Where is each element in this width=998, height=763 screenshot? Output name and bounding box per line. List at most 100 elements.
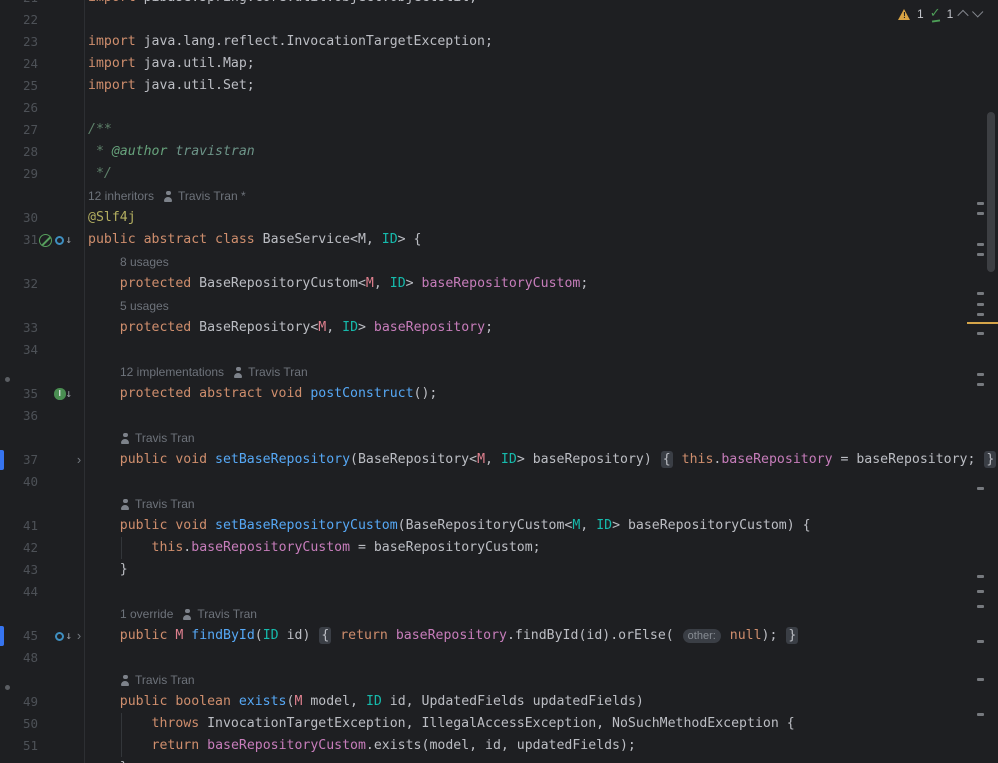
code-token — [88, 716, 152, 731]
code-line[interactable]: 40 — [0, 471, 998, 493]
warning-icon[interactable]: ! — [898, 8, 911, 20]
line-number[interactable]: 41 — [0, 515, 38, 537]
line-number[interactable]: 43 — [0, 559, 38, 581]
usages-hint[interactable]: 12 inheritors — [88, 185, 154, 207]
line-number[interactable]: 24 — [0, 53, 38, 75]
author-hint[interactable]: Travis Tran — [182, 603, 257, 625]
abstract-class-icon[interactable] — [39, 234, 52, 247]
line-number[interactable]: 40 — [0, 471, 38, 493]
line-number[interactable]: 36 — [0, 405, 38, 427]
code-line[interactable]: 45› public M findById(ID id) { return ba… — [0, 625, 998, 647]
code-line[interactable]: 31public abstract class BaseService<M, I… — [0, 229, 998, 251]
code-line[interactable]: 48 — [0, 647, 998, 669]
code-line[interactable]: 24import java.util.Map; — [0, 53, 998, 75]
code-token — [88, 540, 152, 555]
usages-hint[interactable]: 8 usages — [120, 251, 169, 273]
code-line[interactable]: 21import pibase.spring.core.util.object.… — [0, 0, 998, 9]
code-line[interactable]: 32 protected BaseRepositoryCustom<M, ID>… — [0, 273, 998, 295]
code-line[interactable]: 34 — [0, 339, 998, 361]
code-line[interactable]: 26 — [0, 97, 998, 119]
inlay-hints[interactable]: 8 usages — [120, 251, 169, 273]
usages-hint[interactable]: 12 implementations — [120, 361, 224, 383]
line-number[interactable]: 51 — [0, 735, 38, 757]
inlay-hint-row: Travis Tran — [0, 493, 998, 515]
line-number[interactable]: 27 — [0, 119, 38, 141]
code-line[interactable]: 33 protected BaseRepository<M, ID> baseR… — [0, 317, 998, 339]
code-line[interactable]: 44 — [0, 581, 998, 603]
folded-region[interactable]: } — [984, 451, 996, 468]
usages-hint[interactable]: 1 override — [120, 603, 173, 625]
code-line[interactable]: 29 */ — [0, 163, 998, 185]
author-hint[interactable]: Travis Tran — [233, 361, 308, 383]
stripe-warning-mark[interactable] — [967, 322, 998, 324]
inlay-hints[interactable]: 5 usages — [120, 295, 169, 317]
stripe-mark — [977, 640, 984, 643]
code-line[interactable]: 35 protected abstract void postConstruct… — [0, 383, 998, 405]
line-number[interactable]: 33 — [0, 317, 38, 339]
implementations-icon[interactable] — [55, 233, 72, 247]
code-line[interactable]: 23import java.lang.reflect.InvocationTar… — [0, 31, 998, 53]
author-hint[interactable]: Travis Tran — [120, 669, 195, 691]
code-token: , — [580, 518, 596, 533]
line-number[interactable]: 37 — [0, 449, 38, 471]
line-number[interactable]: 22 — [0, 9, 38, 31]
code-line[interactable]: 42 this.baseRepositoryCustom = baseRepos… — [0, 537, 998, 559]
code-line[interactable]: 49 public boolean exists(M model, ID id,… — [0, 691, 998, 713]
line-number[interactable]: 25 — [0, 75, 38, 97]
line-number[interactable]: 28 — [0, 141, 38, 163]
code-text: public void setBaseRepository(BaseReposi… — [88, 449, 997, 471]
line-number[interactable]: 34 — [0, 339, 38, 361]
line-number[interactable]: 30 — [0, 207, 38, 229]
code-line[interactable]: 30@Slf4j — [0, 207, 998, 229]
folded-region[interactable]: } — [786, 627, 798, 644]
folded-region[interactable]: { — [319, 627, 331, 644]
previous-problem-chevron-icon[interactable] — [958, 10, 969, 21]
code-token: ID — [596, 518, 612, 533]
inlay-hints[interactable]: Travis Tran — [120, 427, 195, 449]
code-line[interactable]: } — [0, 757, 998, 763]
inlay-hints[interactable]: 1 override Travis Tran — [120, 603, 257, 625]
line-number[interactable]: 32 — [0, 273, 38, 295]
line-number[interactable]: 50 — [0, 713, 38, 735]
code-text: protected BaseRepository<M, ID> baseRepo… — [88, 317, 493, 339]
usages-hint[interactable]: 5 usages — [120, 295, 169, 317]
code-line[interactable]: 37 › public void setBaseRepository(BaseRe… — [0, 449, 998, 471]
stripe-mark — [977, 313, 984, 316]
line-number[interactable]: 21 — [0, 0, 38, 9]
implemented-icon[interactable] — [54, 387, 72, 401]
author-hint[interactable]: Travis Tran — [120, 427, 195, 449]
implementations-icon[interactable] — [55, 629, 72, 643]
code-line[interactable]: 43 } — [0, 559, 998, 581]
line-number[interactable]: 49 — [0, 691, 38, 713]
code-token: BaseService<M, — [263, 232, 382, 247]
code-line[interactable]: 22 — [0, 9, 998, 31]
code-editor[interactable]: 21import pibase.spring.core.util.object.… — [0, 0, 998, 763]
fold-chevron-icon[interactable]: › — [72, 625, 86, 647]
line-number[interactable]: 23 — [0, 31, 38, 53]
code-line[interactable]: 41 public void setBaseRepositoryCustom(B… — [0, 515, 998, 537]
code-token: , — [374, 276, 390, 291]
code-line[interactable]: 28 * @author travistran — [0, 141, 998, 163]
code-line[interactable]: 36 — [0, 405, 998, 427]
author-hint[interactable]: Travis Tran * — [163, 185, 246, 207]
author-hint[interactable]: Travis Tran — [120, 493, 195, 515]
inlay-hints[interactable]: 12 inheritors Travis Tran * — [88, 185, 246, 207]
inlay-hints[interactable]: Travis Tran — [120, 669, 195, 691]
code-line[interactable]: 51 return baseRepositoryCustom.exists(mo… — [0, 735, 998, 757]
line-number[interactable]: 44 — [0, 581, 38, 603]
line-number[interactable]: 48 — [0, 647, 38, 669]
code-token: setBaseRepository — [215, 452, 350, 467]
code-line[interactable]: 25 import java.util.Set; — [0, 75, 998, 97]
line-number[interactable]: 26 — [0, 97, 38, 119]
inlay-hints[interactable]: Travis Tran — [120, 493, 195, 515]
folded-region[interactable]: { — [661, 451, 673, 468]
code-line[interactable]: 50 throws InvocationTargetException, Ill… — [0, 713, 998, 735]
code-text: import java.util.Set; — [88, 75, 255, 97]
inlay-hints[interactable]: 12 implementations Travis Tran — [120, 361, 308, 383]
checks-passed-icon[interactable]: ✓ — [930, 7, 941, 21]
scrollbar-thumb[interactable] — [987, 112, 995, 272]
line-number[interactable]: 29 — [0, 163, 38, 185]
line-number[interactable]: 42 — [0, 537, 38, 559]
fold-chevron-icon[interactable]: › — [72, 449, 86, 471]
code-line[interactable]: 27/** — [0, 119, 998, 141]
